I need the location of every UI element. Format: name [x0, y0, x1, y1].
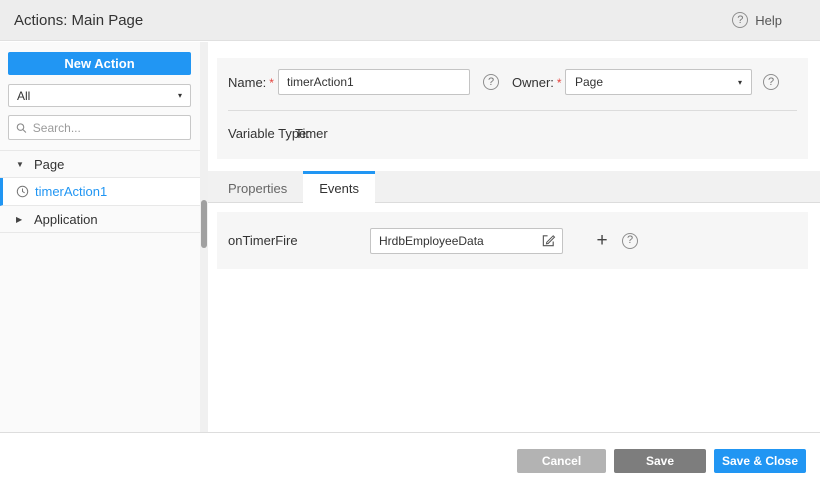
actions-editor-window: Actions: Main Page ? Help New Action All… [0, 0, 820, 490]
tree-node-label: Page [34, 157, 64, 172]
clock-icon [16, 185, 29, 198]
required-asterisk: * [269, 76, 274, 90]
help-button[interactable]: ? Help [732, 12, 782, 28]
name-input[interactable] [278, 69, 470, 95]
help-label: Help [755, 13, 782, 28]
owner-label: Owner:* [512, 75, 562, 90]
event-handler-value: HrdbEmployeeData [379, 234, 484, 248]
search-icon [16, 122, 27, 134]
action-filter-select[interactable]: All ▾ [8, 84, 191, 107]
events-panel: onTimerFire HrdbEmployeeData + ? [217, 212, 808, 269]
event-help-icon[interactable]: ? [622, 233, 638, 249]
tree-node-page[interactable]: ▼ Page [0, 151, 200, 178]
form-divider [228, 110, 797, 111]
edit-handler-icon[interactable] [541, 233, 556, 248]
sidebar-scrollbar-thumb[interactable] [201, 200, 207, 248]
owner-select[interactable]: Page ▾ [565, 69, 752, 95]
filter-selected-value: All [17, 89, 30, 103]
chevron-down-icon: ▾ [738, 78, 742, 87]
tab-properties[interactable]: Properties [212, 171, 303, 202]
header: Actions: Main Page ? Help [0, 0, 820, 41]
help-icon: ? [732, 12, 748, 28]
new-action-button[interactable]: New Action [8, 52, 191, 75]
event-name-label: onTimerFire [228, 233, 298, 248]
owner-selected-value: Page [575, 75, 603, 89]
search-input[interactable] [33, 121, 183, 135]
tree-node-application[interactable]: ▶ Application [0, 206, 200, 233]
page-title: Actions: Main Page [14, 12, 143, 29]
actions-tree: ▼ Page timerAction1 ▶ Application [0, 150, 200, 233]
main-panel: Name:* ? Owner:* Page ▾ ? Variable Type:… [208, 42, 820, 432]
event-handler-field[interactable]: HrdbEmployeeData [370, 228, 563, 254]
name-help-icon[interactable]: ? [483, 74, 499, 90]
action-summary-panel: Name:* ? Owner:* Page ▾ ? Variable Type:… [217, 58, 808, 159]
required-asterisk: * [557, 76, 562, 90]
save-and-close-button[interactable]: Save & Close [714, 449, 806, 473]
sidebar-scrollbar-track[interactable] [200, 42, 208, 432]
add-handler-button[interactable]: + [591, 228, 613, 254]
chevron-down-icon: ▾ [178, 91, 182, 100]
search-box[interactable] [8, 115, 191, 140]
tree-node-label: timerAction1 [35, 184, 107, 199]
sidebar: New Action All ▾ ▼ Page timerAction1 [0, 42, 200, 432]
name-label: Name:* [228, 75, 274, 90]
tab-bar: Properties Events [208, 171, 820, 203]
expand-arrow-icon[interactable]: ▼ [16, 160, 28, 169]
owner-help-icon[interactable]: ? [763, 74, 779, 90]
save-button[interactable]: Save [614, 449, 706, 473]
tree-node-timer-action[interactable]: timerAction1 [0, 178, 200, 206]
cancel-button[interactable]: Cancel [517, 449, 606, 473]
tree-node-label: Application [34, 212, 98, 227]
variable-type-value: Timer [295, 126, 328, 141]
tab-events[interactable]: Events [303, 171, 375, 203]
footer-action-bar: Cancel Save Save & Close [0, 432, 820, 490]
name-owner-row: Name:* ? Owner:* Page ▾ ? [217, 69, 808, 95]
collapse-arrow-icon[interactable]: ▶ [16, 215, 28, 224]
